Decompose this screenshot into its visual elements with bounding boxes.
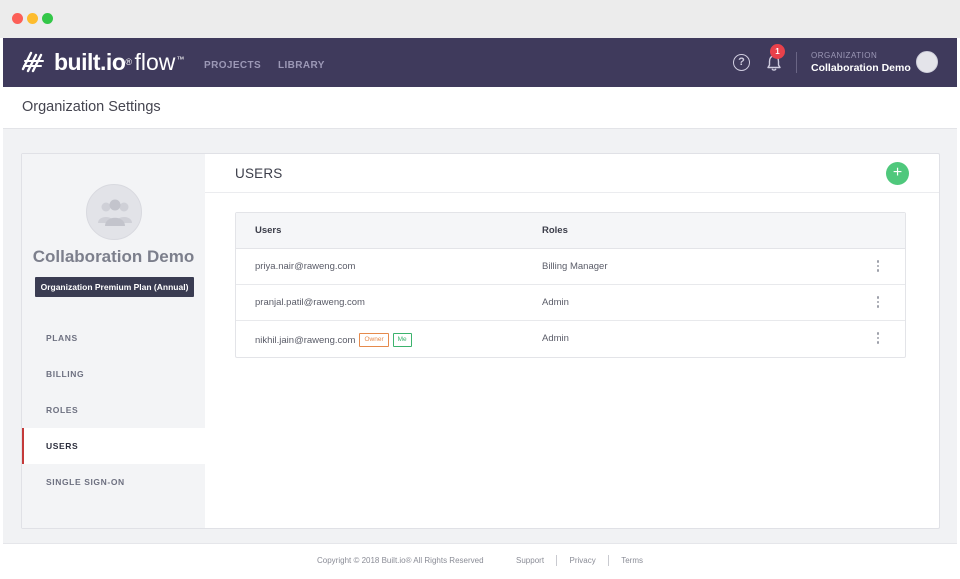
user-email-text: pranjal.patil@raweng.com bbox=[255, 297, 365, 308]
maximize-window-button[interactable] bbox=[42, 13, 53, 24]
page-title-bar: Organization Settings bbox=[3, 87, 957, 129]
plan-badge: Organization Premium Plan (Annual) bbox=[35, 277, 194, 297]
app-frame: built.io® flow™ PROJECTS LIBRARY ? 1 ORG… bbox=[3, 38, 957, 575]
brand-name: built.io® bbox=[54, 49, 132, 75]
nav-projects[interactable]: PROJECTS bbox=[204, 60, 261, 71]
footer-spacer bbox=[496, 555, 504, 566]
product-name: flow™ bbox=[134, 49, 185, 75]
privacy-link[interactable]: Privacy bbox=[570, 556, 596, 565]
column-header-roles: Roles bbox=[542, 225, 568, 236]
kebab-menu-icon[interactable] bbox=[876, 260, 880, 274]
user-role: Billing Manager bbox=[542, 261, 608, 272]
page-title: Organization Settings bbox=[22, 99, 161, 115]
user-email: pranjal.patil@raweng.com bbox=[255, 297, 365, 308]
table-row: pranjal.patil@raweng.com Admin bbox=[236, 285, 905, 321]
logo-mark-icon bbox=[21, 51, 44, 73]
table-row: nikhil.jain@raweng.com Owner Me Admin bbox=[236, 321, 905, 357]
kebab-menu-icon[interactable] bbox=[876, 332, 880, 346]
user-email-text: nikhil.jain@raweng.com bbox=[255, 334, 356, 346]
users-panel-title: USERS bbox=[235, 166, 283, 181]
support-link[interactable]: Support bbox=[516, 556, 544, 565]
sidebar-item-users[interactable]: USERS bbox=[22, 428, 205, 464]
settings-card: Collaboration Demo Organization Premium … bbox=[21, 153, 940, 529]
close-window-button[interactable] bbox=[12, 13, 23, 24]
user-email-text: priya.nair@raweng.com bbox=[255, 261, 356, 272]
notification-count-badge: 1 bbox=[770, 44, 785, 59]
users-group-icon bbox=[98, 199, 132, 226]
sidebar-item-roles[interactable]: ROLES bbox=[22, 392, 205, 428]
column-header-users: Users bbox=[255, 225, 282, 236]
terms-link[interactable]: Terms bbox=[621, 556, 643, 565]
window-chrome bbox=[0, 0, 960, 38]
organization-switcher[interactable]: Collaboration Demo bbox=[811, 62, 911, 74]
kebab-menu-icon[interactable] bbox=[876, 296, 880, 310]
top-navigation: built.io® flow™ PROJECTS LIBRARY ? 1 ORG… bbox=[3, 38, 957, 87]
table-header: Users Roles bbox=[236, 213, 905, 249]
settings-sidebar: Collaboration Demo Organization Premium … bbox=[22, 154, 205, 528]
add-user-button[interactable]: + bbox=[886, 162, 909, 185]
copyright-text: Copyright © 2018 Built.io® All Rights Re… bbox=[317, 555, 484, 565]
nav-divider bbox=[796, 52, 797, 73]
help-icon[interactable]: ? bbox=[733, 54, 750, 71]
me-tag: Me bbox=[392, 333, 412, 347]
brand-logo[interactable]: built.io® flow™ bbox=[21, 49, 184, 75]
users-table: Users Roles priya.nair@raweng.com Billin… bbox=[235, 212, 906, 358]
user-role: Admin bbox=[542, 297, 569, 308]
sidebar-item-billing[interactable]: BILLING bbox=[22, 356, 205, 392]
owner-tag: Owner bbox=[359, 333, 389, 347]
organization-avatar bbox=[86, 184, 142, 240]
table-row: priya.nair@raweng.com Billing Manager bbox=[236, 249, 905, 285]
users-panel: USERS + Users Roles priya.nair@raweng.co… bbox=[205, 154, 939, 528]
sidebar-item-single-sign-on[interactable]: SINGLE SIGN-ON bbox=[22, 464, 205, 500]
nav-library[interactable]: LIBRARY bbox=[278, 60, 325, 71]
minimize-window-button[interactable] bbox=[27, 13, 38, 24]
sidebar-item-plans[interactable]: PLANS bbox=[22, 320, 205, 356]
user-avatar[interactable] bbox=[916, 51, 938, 73]
footer-divider bbox=[556, 555, 558, 566]
settings-menu: PLANS BILLING ROLES USERS SINGLE SIGN-ON bbox=[22, 320, 205, 500]
sidebar-organization-name: Collaboration Demo bbox=[32, 247, 195, 266]
organization-label: ORGANIZATION bbox=[811, 51, 878, 60]
user-role: Admin bbox=[542, 333, 569, 344]
user-email: nikhil.jain@raweng.com Owner Me bbox=[255, 333, 412, 347]
footer: Copyright © 2018 Built.io® All Rights Re… bbox=[3, 543, 957, 575]
users-panel-header: USERS + bbox=[205, 154, 939, 193]
footer-links: Copyright © 2018 Built.io® All Rights Re… bbox=[3, 555, 957, 566]
user-email: priya.nair@raweng.com bbox=[255, 261, 355, 272]
footer-divider bbox=[607, 555, 609, 566]
